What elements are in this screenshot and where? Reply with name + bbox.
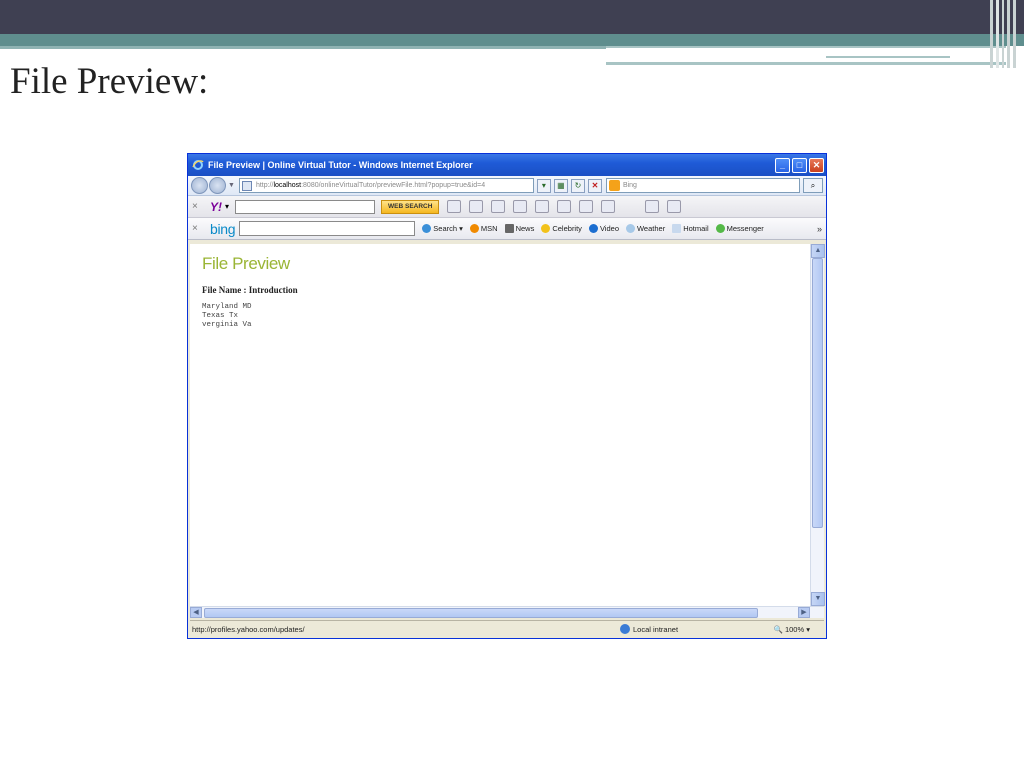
games-icon[interactable] (557, 200, 572, 213)
vertical-scrollbar[interactable]: ▲ ▼ (810, 244, 825, 606)
title-bar: File Preview | Online Virtual Tutor - Wi… (188, 154, 826, 176)
ie-logo-icon (192, 160, 204, 170)
window-title: File Preview | Online Virtual Tutor - Wi… (208, 160, 473, 170)
yahoo-toolbar: × Y! ▾ WEB SEARCH (188, 196, 826, 218)
bing-toolbar: × bing Search ▾ MSN News Celebrity Video… (188, 218, 826, 240)
slide-header-accent-line (606, 46, 1006, 56)
flickr-icon[interactable] (535, 200, 550, 213)
page-heading: File Preview (202, 254, 290, 273)
status-bar: http://profiles.yahoo.com/updates/ Local… (190, 620, 824, 637)
messenger-icon (715, 224, 725, 233)
zoom-level[interactable]: 🔍 100% ▾ (774, 625, 810, 634)
search-icon (422, 224, 432, 233)
mail-icon (672, 224, 682, 233)
music-icon[interactable] (579, 200, 594, 213)
finance-icon[interactable] (513, 200, 528, 213)
history-dropdown-icon[interactable]: ▼ (228, 182, 235, 189)
address-prefix: http:// (255, 182, 274, 189)
security-zone: Local intranet (620, 624, 678, 634)
address-bar-row: ▼ http://localhost:8080/onlineVirtualTut… (188, 176, 826, 196)
file-line: Texas Tx (202, 312, 239, 320)
address-dropdown-icon[interactable]: ▾ (536, 178, 551, 193)
messenger-link[interactable]: Messenger (715, 224, 764, 233)
slide-header-dark-band (0, 0, 1024, 34)
close-button[interactable]: ✕ (809, 157, 824, 173)
news-link[interactable]: News (504, 224, 535, 233)
file-line: verginia Va (202, 321, 252, 329)
play-icon (588, 224, 598, 233)
star-icon (541, 224, 551, 233)
msn-butterfly-icon (469, 224, 479, 233)
refresh-icon[interactable]: ↻ (570, 178, 585, 193)
search-provider-input[interactable]: Bing (605, 178, 800, 193)
slide-header-accent-line (0, 46, 606, 49)
bing-item-label: Weather (636, 224, 666, 233)
bing-item-label: Search (433, 224, 458, 233)
address-path: :8080/onlineVirtualTutor/previewFile.htm… (301, 182, 486, 189)
web-search-button[interactable]: WEB SEARCH (381, 199, 440, 214)
slide-title: File Preview: (10, 61, 209, 102)
browser-window: File Preview | Online Virtual Tutor - Wi… (187, 153, 827, 639)
more-chevron-icon[interactable]: » (817, 224, 822, 234)
scroll-down-icon[interactable]: ▼ (811, 592, 825, 606)
yahoo-search-input[interactable] (235, 199, 376, 214)
maximize-button[interactable]: □ (792, 157, 807, 173)
vertical-scroll-thumb[interactable] (812, 258, 823, 528)
search-provider-name: Bing (622, 182, 637, 189)
close-toolbar-icon[interactable]: × (192, 223, 206, 234)
bing-item-label: Video (599, 224, 619, 233)
video-link[interactable]: Video (588, 224, 619, 233)
file-name-label: File Name : Introduction (202, 285, 298, 295)
bing-item-label: Celebrity (552, 224, 582, 233)
bing-item-label: News (515, 224, 535, 233)
yahoo-logo[interactable]: Y! (210, 200, 222, 214)
zone-label: Local intranet (633, 624, 679, 634)
compatibility-icon[interactable]: ▦ (553, 178, 568, 193)
scroll-up-icon[interactable]: ▲ (811, 244, 825, 258)
bing-search-button[interactable]: Search ▾ (422, 224, 463, 233)
scroll-right-icon[interactable]: ▶ (798, 607, 810, 618)
celebrity-link[interactable]: Celebrity (541, 224, 582, 233)
status-url: http://profiles.yahoo.com/updates/ (192, 624, 305, 634)
weather-icon[interactable] (491, 200, 506, 213)
bing-icon (608, 180, 620, 191)
minimize-button[interactable]: _ (775, 157, 790, 173)
add-icon[interactable] (645, 200, 660, 213)
news-icon[interactable] (601, 200, 616, 213)
zoom-value: 100% (784, 624, 805, 634)
news-icon (504, 224, 514, 233)
bing-item-label: Hotmail (683, 224, 709, 233)
notepad-icon[interactable] (447, 200, 462, 213)
page-content: File Preview File Name : Introduction Ma… (190, 244, 810, 606)
file-line: Maryland MD (202, 303, 252, 311)
forward-button[interactable] (209, 177, 226, 194)
horizontal-scrollbar[interactable]: ◀ ▶ (190, 606, 824, 618)
address-host: localhost (273, 182, 302, 189)
yahoo-dropdown-icon[interactable]: ▾ (225, 202, 229, 211)
address-input[interactable]: http://localhost:8080/onlineVirtualTutor… (238, 178, 534, 193)
slide-decoration-bars (990, 0, 1016, 68)
msn-link[interactable]: MSN (469, 224, 498, 233)
close-toolbar-icon[interactable]: × (192, 201, 206, 212)
settings-icon[interactable] (667, 200, 682, 213)
scroll-left-icon[interactable]: ◀ (190, 607, 202, 618)
globe-icon (620, 624, 630, 634)
bing-logo: bing (210, 220, 236, 237)
horizontal-scroll-thumb[interactable] (204, 608, 758, 618)
hotmail-link[interactable]: Hotmail (672, 224, 709, 233)
back-button[interactable] (191, 177, 208, 194)
file-contents: Maryland MD Texas Tx verginia Va (202, 303, 252, 330)
search-button[interactable]: ⌕ (803, 178, 823, 193)
bing-item-label: Messenger (726, 224, 764, 233)
page-icon (241, 180, 252, 191)
cloud-icon (625, 224, 635, 233)
slide-header-accent-line (826, 56, 950, 58)
weather-link[interactable]: Weather (625, 224, 666, 233)
stop-icon[interactable]: ✕ (587, 178, 602, 193)
slide-header-accent-line (606, 62, 1006, 65)
bing-item-label: MSN (480, 224, 498, 233)
mail-icon[interactable] (469, 200, 484, 213)
bing-search-input[interactable] (239, 221, 416, 236)
slide-header-teal-band (0, 34, 1024, 46)
